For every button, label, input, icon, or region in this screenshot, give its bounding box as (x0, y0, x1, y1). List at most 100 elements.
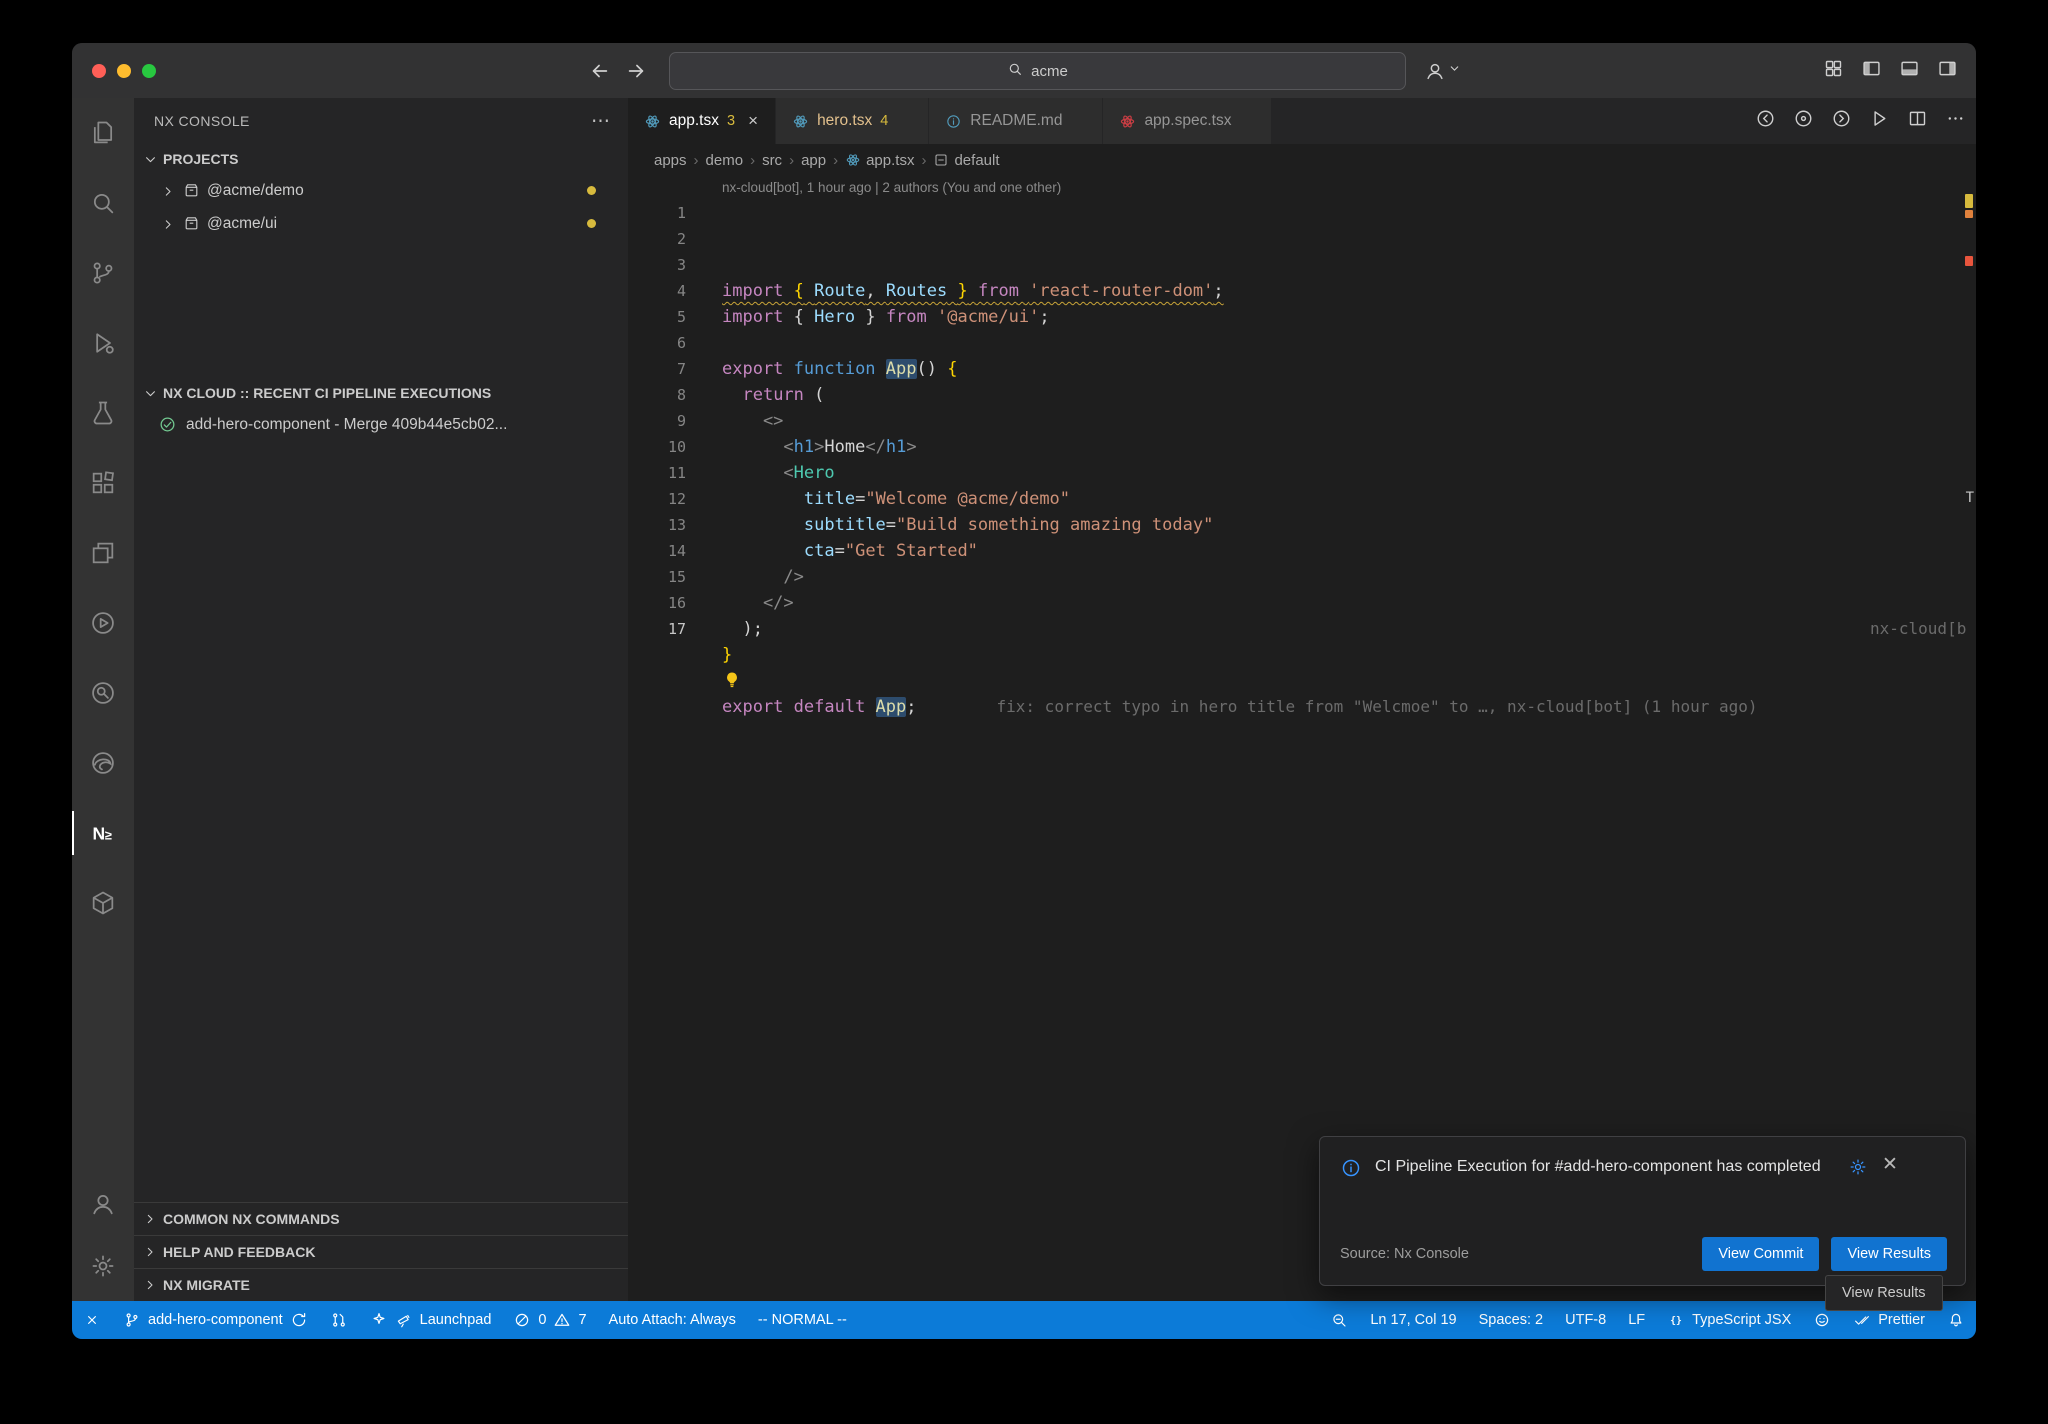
code-line[interactable]: 4 export function App() { (628, 278, 1976, 304)
breadcrumb-item[interactable]: demo (706, 152, 744, 169)
code-line[interactable]: 13 </> (628, 512, 1976, 538)
code-line[interactable]: 6 <> (628, 330, 1976, 356)
breadcrumb-item[interactable]: default (933, 152, 999, 169)
traffic-lights (92, 43, 156, 98)
command-center-search[interactable]: acme (669, 52, 1406, 90)
navigate-back-icon[interactable] (1755, 108, 1776, 134)
section-label: HELP AND FEEDBACK (163, 1244, 315, 1260)
status-eol[interactable]: LF (1617, 1301, 1656, 1339)
code-line[interactable]: 3 (628, 252, 1976, 278)
notification-settings-gear-icon[interactable] (1848, 1157, 1868, 1177)
code-line[interactable]: 10 subtitle="Build something amazing tod… (628, 434, 1976, 460)
pipeline-execution-item[interactable]: add-hero-component - Merge 409b44e5cb02.… (134, 408, 628, 441)
more-actions-icon[interactable]: ⋯ (591, 110, 610, 133)
code-line[interactable]: 17 export default App;fix: correct typo … (628, 616, 1976, 642)
sidebar-title: NX CONSOLE (154, 113, 591, 129)
project-label: @acme/ui (207, 215, 277, 233)
status-git-action[interactable] (319, 1301, 359, 1339)
status-language-mode[interactable]: {}TypeScript JSX (1656, 1301, 1802, 1339)
tab-app.tsx[interactable]: app.tsx 3 × (628, 98, 776, 144)
code-line[interactable]: 1 import { Route, Routes } from 'react-r… (628, 200, 1976, 226)
projects-section-header[interactable]: PROJECTS (134, 144, 628, 174)
target-circle-icon[interactable] (1793, 108, 1814, 134)
explorer-icon[interactable] (72, 98, 134, 168)
code-line[interactable]: 15 } (628, 564, 1976, 590)
project-item[interactable]: @acme/demo (134, 174, 628, 207)
line-number: 8 (628, 382, 686, 408)
close-window-icon[interactable] (92, 64, 106, 78)
status-encoding[interactable]: UTF-8 (1554, 1301, 1617, 1339)
code-line[interactable]: 16 (628, 590, 1976, 616)
status-launchpad[interactable]: Launchpad (359, 1301, 503, 1339)
code-line[interactable]: 5 return ( (628, 304, 1976, 330)
minimize-window-icon[interactable] (117, 64, 131, 78)
close-tab-icon[interactable]: × (743, 111, 763, 131)
status-git-branch[interactable]: add-hero-component (112, 1301, 319, 1339)
breadcrumb-item[interactable]: apps (654, 152, 687, 169)
toggle-panel-icon[interactable] (1899, 58, 1920, 84)
code-line[interactable]: 7 <h1>Home</h1> (628, 356, 1976, 382)
chev-down-icon (142, 385, 159, 402)
tab-README.md[interactable]: README.md (929, 98, 1103, 144)
breadcrumb-item[interactable]: app.tsx (845, 152, 914, 169)
customize-layout-icon[interactable] (1823, 58, 1844, 84)
status-problems[interactable]: 07 (502, 1301, 597, 1339)
nx-console-icon[interactable]: N≥ (72, 798, 134, 868)
breadcrumb-item[interactable]: src (762, 152, 782, 169)
toggle-sidebar-icon[interactable] (1861, 58, 1882, 84)
run-debug-icon[interactable] (72, 308, 134, 378)
sidebar-section-nx-migrate[interactable]: NX MIGRATE (134, 1268, 628, 1301)
code-line[interactable]: 12 /> (628, 486, 1976, 512)
source-control-icon[interactable] (72, 238, 134, 308)
more-actions-icon[interactable] (1945, 108, 1966, 134)
zoom-window-icon[interactable] (142, 64, 156, 78)
run-file-icon[interactable] (1869, 108, 1890, 134)
status-indentation[interactable]: Spaces: 2 (1468, 1301, 1555, 1339)
sidebar-section-help-and-feedback[interactable]: HELP AND FEEDBACK (134, 1235, 628, 1268)
edge-browser-icon[interactable] (72, 728, 134, 798)
error-icon (513, 1311, 531, 1329)
view-results-button[interactable]: View Results (1831, 1237, 1947, 1271)
search-icon[interactable] (72, 168, 134, 238)
package-cube-icon[interactable] (72, 868, 134, 938)
breadcrumb: apps› demo› src› app› app.tsx› default (628, 144, 1976, 176)
code-line[interactable]: 14 ); (628, 538, 1976, 564)
search-circle-icon[interactable] (72, 658, 134, 728)
tab-hero.tsx[interactable]: hero.tsx 4 (776, 98, 929, 144)
pipeline-label: add-hero-component - Merge 409b44e5cb02.… (186, 416, 507, 434)
search-icon (1007, 61, 1023, 81)
settings-gear-icon[interactable] (72, 1235, 134, 1297)
extensions-icon[interactable] (72, 448, 134, 518)
project-item[interactable]: @acme/ui (134, 207, 628, 240)
status-zoom[interactable] (1319, 1301, 1359, 1339)
code-editor[interactable]: nx-cloud[bot], 1 hour ago | 2 authors (Y… (628, 176, 1976, 1301)
view-commit-button[interactable]: View Commit (1702, 1237, 1819, 1271)
status-vim-mode[interactable]: -- NORMAL -- (747, 1301, 858, 1339)
status-remote-indicator[interactable] (72, 1301, 112, 1339)
play-circle-icon[interactable] (72, 588, 134, 658)
wand-icon (370, 1311, 388, 1329)
testing-icon[interactable] (72, 378, 134, 448)
status-cursor-position[interactable]: Ln 17, Col 19 (1359, 1301, 1467, 1339)
nx-cloud-section-header[interactable]: NX CLOUD :: RECENT CI PIPELINE EXECUTION… (134, 378, 628, 408)
split-editor-icon[interactable] (1907, 108, 1928, 134)
breadcrumb-item[interactable]: app (801, 152, 826, 169)
project-label: @acme/demo (207, 182, 304, 200)
code-line[interactable]: 9 title="Welcome @acme/demo" (628, 408, 1976, 434)
tab-app.spec.tsx[interactable]: app.spec.tsx (1103, 98, 1272, 144)
sidebar-section-common-nx-commands[interactable]: COMMON NX COMMANDS (134, 1202, 628, 1235)
view-results-tooltip: View Results (1825, 1275, 1943, 1311)
account-icon[interactable] (72, 1173, 134, 1235)
status-auto-attach[interactable]: Auto Attach: Always (598, 1301, 747, 1339)
accounts-icon[interactable] (1424, 43, 1461, 98)
remote-explorer-icon[interactable] (72, 518, 134, 588)
history-back-icon[interactable] (589, 43, 611, 98)
toggle-secondary-sidebar-icon[interactable] (1937, 58, 1958, 84)
code-line[interactable]: 2 import { Hero } from '@acme/ui'; (628, 226, 1976, 252)
code-line[interactable]: 8 <Hero (628, 382, 1976, 408)
line-number: 3 (628, 252, 686, 278)
code-line[interactable]: 11 cta="Get Started" (628, 460, 1976, 486)
history-forward-icon[interactable] (625, 43, 647, 98)
navigate-forward-icon[interactable] (1831, 108, 1852, 134)
close-icon[interactable]: ✕ (1882, 1155, 1898, 1175)
